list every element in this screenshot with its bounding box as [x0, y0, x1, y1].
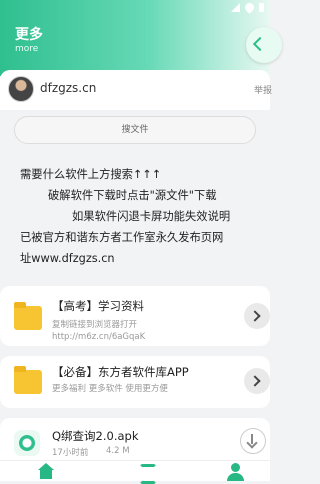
signal-icon	[231, 3, 240, 12]
download-icon	[251, 434, 253, 444]
file-size: 4.2 M	[106, 446, 130, 456]
notice-line: 破解软件下载时点击"源文件"下载	[48, 189, 217, 202]
profile-icon[interactable]	[226, 463, 246, 481]
username: dfzgzs.cn	[40, 81, 97, 95]
open-button[interactable]	[244, 303, 270, 329]
folder-icon	[14, 302, 42, 330]
bottom-nav	[0, 460, 270, 484]
file-name: Q绑查询2.0.apk	[52, 429, 139, 443]
list-item[interactable]: 【必备】东方者软件库APP 更多福利 更多软件 使用更方便	[0, 356, 270, 408]
page-subtitle: more	[15, 44, 39, 54]
card-subtitle: 更多福利 更多软件 使用更方便	[52, 384, 168, 394]
chevron-right-icon	[249, 375, 261, 387]
status-bar	[0, 0, 270, 16]
card-link: http://m6z.cn/6aGqaK	[52, 332, 146, 342]
avatar[interactable]	[8, 76, 34, 102]
user-row: dfzgzs.cn 举报	[0, 70, 272, 110]
notice-line: 址www.dfzgzs.cn	[20, 252, 115, 265]
home-icon[interactable]	[36, 463, 56, 481]
search-button[interactable]: 搜文件	[14, 116, 256, 144]
file-time: 17小时前	[52, 448, 89, 458]
open-button[interactable]	[244, 368, 270, 394]
list-item[interactable]: 【高考】学习资料 复制链接到浏览器打开 http://m6z.cn/6aGqaK	[0, 286, 270, 346]
swap-icon[interactable]	[136, 463, 157, 484]
notice-text: 需要什么软件上方搜索↑↑↑ 破解软件下载时点击"源文件"下载 如果软件闪退卡屏功…	[0, 160, 270, 268]
back-button[interactable]	[246, 27, 282, 63]
app-icon	[14, 430, 40, 456]
wifi-icon	[243, 1, 256, 14]
card-subtitle: 复制链接到浏览器打开	[52, 320, 138, 330]
notice-line: 如果软件闪退卡屏功能失效说明	[72, 210, 231, 223]
page-title: 更多	[15, 27, 43, 43]
card-title: 【高考】学习资料	[52, 299, 144, 313]
download-button[interactable]	[240, 428, 266, 454]
notice-line: 需要什么软件上方搜索↑↑↑	[20, 168, 162, 181]
chevron-left-icon	[252, 36, 268, 52]
report-button[interactable]: 举报	[254, 83, 272, 96]
notice-line: 已被官方和谐东方者工作室永久发布页网	[20, 231, 224, 244]
chevron-right-icon	[249, 310, 261, 322]
battery-icon	[259, 3, 264, 12]
folder-icon	[14, 366, 42, 394]
card-title: 【必备】东方者软件库APP	[52, 365, 189, 379]
